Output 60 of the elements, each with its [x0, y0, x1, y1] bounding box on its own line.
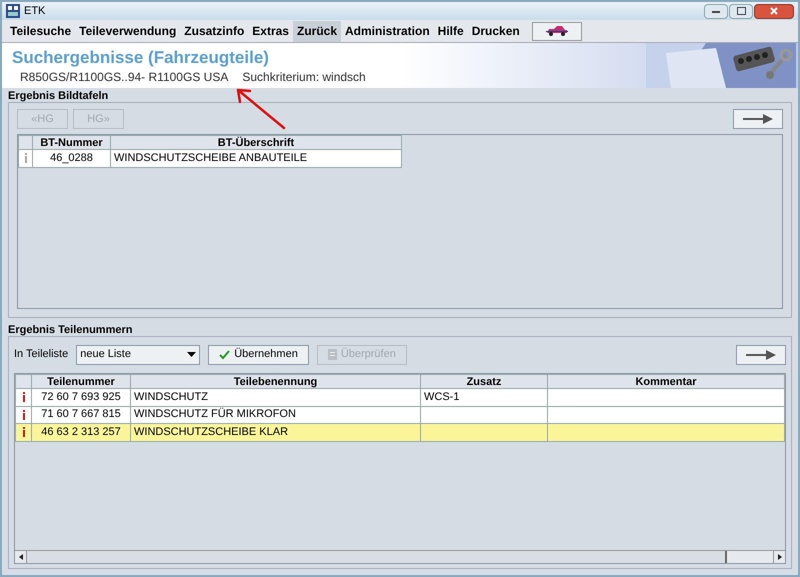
forward-button[interactable]	[733, 109, 783, 129]
close-button[interactable]	[754, 4, 794, 18]
action-button[interactable]: Übernehmen	[208, 344, 309, 364]
scrollbar[interactable]	[15, 550, 785, 563]
arrow-icon	[743, 114, 773, 124]
car-icon	[546, 26, 568, 36]
table-cell: WINDSCHUTZ	[134, 390, 208, 403]
scroll-thumb[interactable]	[27, 551, 727, 563]
document-icon	[328, 349, 337, 360]
table-cell: WCS-1	[424, 390, 460, 403]
table-row[interactable]: 46_0288 WINDSCHUTZSCHEIBE ANBAUTEILE	[18, 150, 402, 167]
section-title: Ergebnis Teilenummern	[8, 324, 134, 336]
app-icon	[6, 4, 20, 18]
menu-item[interactable]: Extras	[248, 20, 293, 42]
column-header[interactable]: Teilebenennung	[130, 374, 420, 388]
column-header[interactable]: BT-Überschrift	[110, 136, 402, 150]
table-cell: WINDSCHUTZ FÜR MIKROFON	[134, 408, 296, 420]
criterion-label: Suchkriterium: windsch	[242, 69, 366, 86]
window-title: ETK	[24, 4, 46, 19]
table-cell: 46_0288	[50, 152, 93, 164]
menu-item[interactable]: Zusatzinfo	[180, 20, 248, 42]
menu-item[interactable]: Teilesuche	[6, 20, 76, 42]
checkmark-icon	[219, 350, 230, 360]
table-row[interactable]: 72 60 7 693 925 WINDSCHUTZ WCS-1	[16, 388, 784, 406]
minimize-button[interactable]	[704, 4, 728, 18]
table-cell: WINDSCHUTZSCHEIBE KLAR	[134, 426, 288, 438]
table-cell: 71 60 7 667 815	[41, 408, 121, 420]
table-cell: 72 60 7 693 925	[41, 390, 121, 403]
menu-item[interactable]: Zurück	[292, 20, 341, 42]
column-header[interactable]: BT-Nummer	[32, 136, 110, 150]
section-title: Ergebnis Bildtafeln	[8, 90, 110, 102]
table-row[interactable]: 46 63 2 313 257 WINDSCHUTZSCHEIBE KLAR	[16, 424, 784, 441]
arrow-icon	[746, 350, 776, 360]
forward-button[interactable]	[736, 344, 786, 364]
table-row[interactable]: 71 60 7 667 815 WINDSCHUTZ FÜR MIKROFON	[16, 406, 784, 424]
info-icon[interactable]	[22, 392, 26, 402]
menu-item[interactable]: Administration	[341, 20, 434, 42]
vehicle-label: R850GS/R1100GS..94- R1100GS USA	[20, 69, 228, 86]
menu-item[interactable]: Drucken	[468, 20, 524, 42]
column-header[interactable]: Zusatz	[420, 374, 548, 388]
vehicle-button[interactable]	[532, 22, 582, 40]
maximize-button[interactable]	[729, 4, 753, 18]
minimize-icon	[712, 10, 720, 12]
table-cell: WINDSCHUTZSCHEIBE ANBAUTEILE	[114, 152, 308, 164]
table-cell: 46 63 2 313 257	[41, 426, 121, 438]
column-header[interactable]: Teilenummer	[32, 374, 130, 388]
menu-item[interactable]: Teileverwendung	[75, 20, 180, 42]
caret-icon	[187, 352, 196, 357]
info-icon[interactable]	[22, 427, 26, 438]
right-arrow-icon	[778, 554, 782, 560]
maximize-icon	[736, 7, 746, 15]
list-label: In Teileliste	[14, 347, 68, 362]
annotation-arrow	[234, 86, 286, 130]
page-title: Suchergebnisse (Fahrzeugteile)	[12, 48, 270, 68]
menu-item[interactable]: Hilfe	[434, 20, 468, 42]
list-dropdown[interactable]: neue Liste	[76, 344, 200, 364]
close-icon	[770, 7, 778, 15]
left-arrow-icon	[18, 554, 22, 560]
info-icon[interactable]	[22, 410, 26, 420]
column-header[interactable]: Kommentar	[548, 374, 784, 388]
